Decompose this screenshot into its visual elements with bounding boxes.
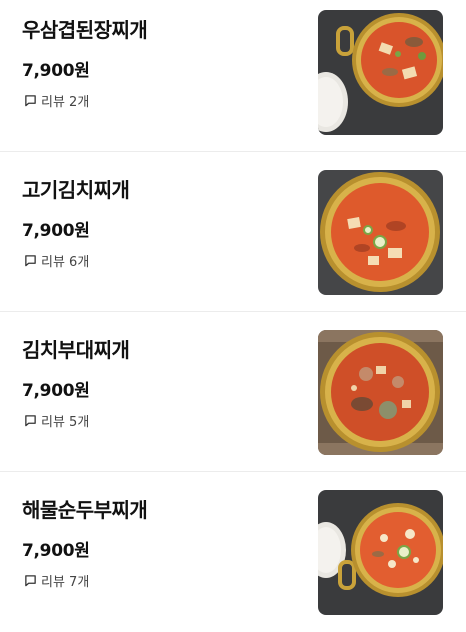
review-count-label: 리뷰 6개 [41, 255, 90, 270]
review-count[interactable]: 리뷰 6개 [24, 251, 89, 270]
budae-stew-photo[interactable] [318, 330, 443, 455]
review-count-label: 리뷰 5개 [41, 415, 90, 430]
review-count[interactable]: 리뷰 2개 [24, 91, 89, 110]
comment-icon [25, 575, 36, 587]
menu-item[interactable]: 해물순두부찌개 7,900원 리뷰 7개 [0, 472, 466, 632]
menu-item-price: 7,900원 [22, 541, 90, 561]
menu-item-price: 7,900원 [22, 61, 90, 81]
comment-icon [25, 255, 36, 267]
menu-item[interactable]: 고기김치찌개 7,900원 리뷰 6개 [0, 152, 466, 312]
comment-icon [25, 415, 36, 427]
menu-item-price: 7,900원 [22, 221, 90, 241]
review-count-label: 리뷰 7개 [41, 575, 90, 590]
menu-item-name: 해물순두부찌개 [22, 498, 148, 522]
sundubu-stew-photo[interactable] [318, 490, 443, 615]
menu-item-name: 김치부대찌개 [22, 338, 130, 362]
review-count-label: 리뷰 2개 [41, 95, 90, 110]
review-count[interactable]: 리뷰 7개 [24, 571, 89, 590]
menu-item-name: 고기김치찌개 [22, 178, 130, 202]
doenjang-stew-photo[interactable] [318, 10, 443, 135]
comment-icon [25, 95, 36, 107]
menu-item[interactable]: 김치부대찌개 7,900원 리뷰 5개 [0, 312, 466, 472]
menu-list: 우삼겹된장찌개 7,900원 리뷰 2개 고기김치찌개 7,900원 리뷰 6개… [0, 0, 466, 632]
menu-item-price: 7,900원 [22, 381, 90, 401]
kimchi-stew-photo[interactable] [318, 170, 443, 295]
menu-item[interactable]: 우삼겹된장찌개 7,900원 리뷰 2개 [0, 0, 466, 152]
menu-item-name: 우삼겹된장찌개 [22, 18, 148, 42]
review-count[interactable]: 리뷰 5개 [24, 411, 89, 430]
